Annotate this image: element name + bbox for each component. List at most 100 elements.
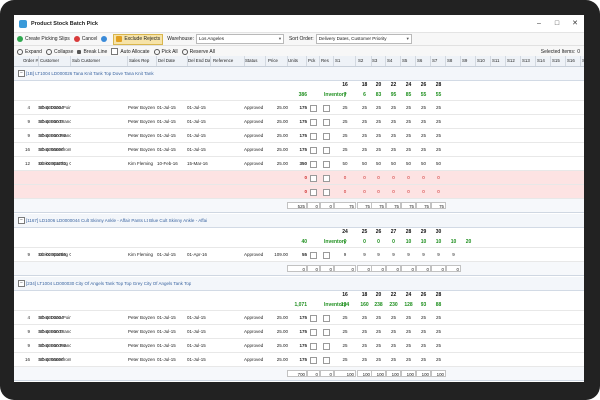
size-qty[interactable]: 50 (357, 157, 372, 170)
create-picking-slips-button[interactable]: Create Picking Slips (17, 36, 70, 42)
order-row[interactable]: 00000000 (14, 171, 584, 185)
size-qty[interactable]: 25 (334, 339, 356, 352)
column-header-pck[interactable]: Pck (307, 56, 320, 66)
column-header-s17[interactable]: S17 (581, 56, 584, 66)
reserve-checkbox[interactable] (323, 105, 330, 112)
size-qty[interactable]: 25 (357, 325, 372, 338)
column-header-order-[interactable]: Order # (22, 56, 39, 66)
order-row[interactable]: 9SO-0000003Shop San FranciscoPeter Boyze… (14, 115, 584, 129)
size-qty[interactable]: 25 (386, 353, 401, 366)
size-qty[interactable]: 25 (416, 339, 431, 352)
group-header-row[interactable]: − [234] LT1004 LD000030 City Of Angels Ta… (14, 277, 584, 291)
size-qty[interactable]: 9 (334, 248, 356, 261)
column-header-del-date[interactable]: Del Date (157, 56, 188, 66)
minimize-icon[interactable]: – (530, 15, 548, 32)
collapse-toggle-icon[interactable]: − (18, 280, 25, 287)
column-header-sales-rep[interactable]: Sales Rep (128, 56, 157, 66)
size-qty[interactable]: 25 (334, 115, 356, 128)
size-qty[interactable]: 25 (386, 311, 401, 324)
size-qty[interactable]: 25 (401, 129, 416, 142)
size-qty[interactable]: 0 (431, 185, 446, 198)
size-qty[interactable]: 0 (401, 185, 416, 198)
reserve-checkbox[interactable] (323, 329, 330, 336)
size-qty[interactable]: 50 (416, 157, 431, 170)
help-button[interactable] (101, 36, 109, 42)
size-qty[interactable]: 25 (334, 143, 356, 156)
size-qty[interactable]: 9 (446, 248, 461, 261)
size-qty[interactable]: 25 (371, 129, 386, 142)
column-header-s11[interactable]: S11 (491, 56, 506, 66)
size-qty[interactable]: 0 (386, 185, 401, 198)
column-header-s6[interactable]: S6 (416, 56, 431, 66)
auto-allocate-button[interactable]: Auto Allocate (111, 48, 150, 55)
size-qty[interactable]: 25 (401, 115, 416, 128)
size-qty[interactable]: 25 (334, 311, 356, 324)
size-qty[interactable]: 50 (431, 157, 446, 170)
reserve-all-button[interactable]: Reserve All (181, 48, 215, 55)
column-header-res[interactable]: Res (320, 56, 334, 66)
size-qty[interactable]: 25 (371, 325, 386, 338)
size-qty[interactable]: 25 (401, 143, 416, 156)
group-header-row[interactable]: − [1167] LD1006 LD0000044 Cult Skinny Ank… (14, 214, 584, 228)
size-qty[interactable]: 25 (416, 353, 431, 366)
reserve-checkbox[interactable] (323, 315, 330, 322)
size-qty[interactable]: 25 (401, 325, 416, 338)
break-line-button[interactable]: Break Line (77, 49, 107, 55)
size-qty[interactable]: 25 (371, 101, 386, 114)
size-qty[interactable]: 25 (416, 325, 431, 338)
pick-checkbox[interactable] (310, 315, 317, 322)
size-qty[interactable]: 9 (357, 248, 372, 261)
reserve-checkbox[interactable] (323, 119, 330, 126)
column-header-s3[interactable]: S3 (371, 56, 386, 66)
size-qty[interactable]: 9 (416, 248, 431, 261)
size-qty[interactable]: 0 (371, 171, 386, 184)
sort-order-select[interactable]: Delivery Dates, Customer Priority ▼ (315, 34, 412, 44)
size-qty[interactable]: 25 (334, 129, 356, 142)
size-qty[interactable]: 0 (416, 171, 431, 184)
size-qty[interactable]: 25 (371, 115, 386, 128)
size-qty[interactable]: 25 (401, 353, 416, 366)
pick-checkbox[interactable] (310, 252, 317, 259)
reserve-checkbox[interactable] (323, 343, 330, 350)
size-qty[interactable]: 25 (431, 129, 446, 142)
size-qty[interactable]: 25 (357, 129, 372, 142)
size-qty[interactable]: 9 (371, 248, 386, 261)
column-header-s2[interactable]: S2 (357, 56, 372, 66)
size-qty[interactable]: 25 (431, 101, 446, 114)
size-qty[interactable]: 25 (401, 101, 416, 114)
column-header-s14[interactable]: S14 (536, 56, 551, 66)
size-qty[interactable]: 25 (357, 339, 372, 352)
reserve-checkbox[interactable] (323, 175, 330, 182)
column-header-s5[interactable]: S5 (401, 56, 416, 66)
size-qty[interactable]: 25 (416, 101, 431, 114)
size-qty[interactable]: 25 (371, 143, 386, 156)
reserve-checkbox[interactable] (323, 133, 330, 140)
order-row[interactable]: 9SO-00000069Dicks Sporting GoodsKim Flem… (14, 248, 584, 262)
size-qty[interactable]: 0 (371, 185, 386, 198)
size-qty[interactable]: 25 (431, 325, 446, 338)
pick-checkbox[interactable] (310, 133, 317, 140)
size-qty[interactable]: 25 (416, 115, 431, 128)
size-qty[interactable]: 50 (401, 157, 416, 170)
size-qty[interactable]: 50 (386, 157, 401, 170)
column-header-s4[interactable]: S4 (386, 56, 401, 66)
expand-button[interactable]: Expand (17, 48, 42, 55)
column-header-s10[interactable]: S10 (476, 56, 491, 66)
pick-checkbox[interactable] (310, 175, 317, 182)
reserve-checkbox[interactable] (323, 252, 330, 259)
column-header-s9[interactable]: S9 (461, 56, 476, 66)
size-qty[interactable]: 25 (416, 143, 431, 156)
size-qty[interactable]: 25 (357, 143, 372, 156)
auto-allocate-checkbox[interactable] (111, 48, 119, 55)
pick-checkbox[interactable] (310, 147, 317, 154)
column-header-del-end-date[interactable]: Del End Date (187, 56, 211, 66)
column-header-s15[interactable]: S15 (551, 56, 566, 66)
size-qty[interactable]: 25 (357, 115, 372, 128)
pick-checkbox[interactable] (310, 343, 317, 350)
column-header-customer[interactable]: Customer (39, 56, 71, 66)
size-qty[interactable]: 25 (334, 325, 356, 338)
size-qty[interactable]: 9 (431, 248, 446, 261)
pick-checkbox[interactable] (310, 105, 317, 112)
collapse-button[interactable]: Collapse (45, 48, 73, 55)
size-qty[interactable]: 0 (431, 171, 446, 184)
